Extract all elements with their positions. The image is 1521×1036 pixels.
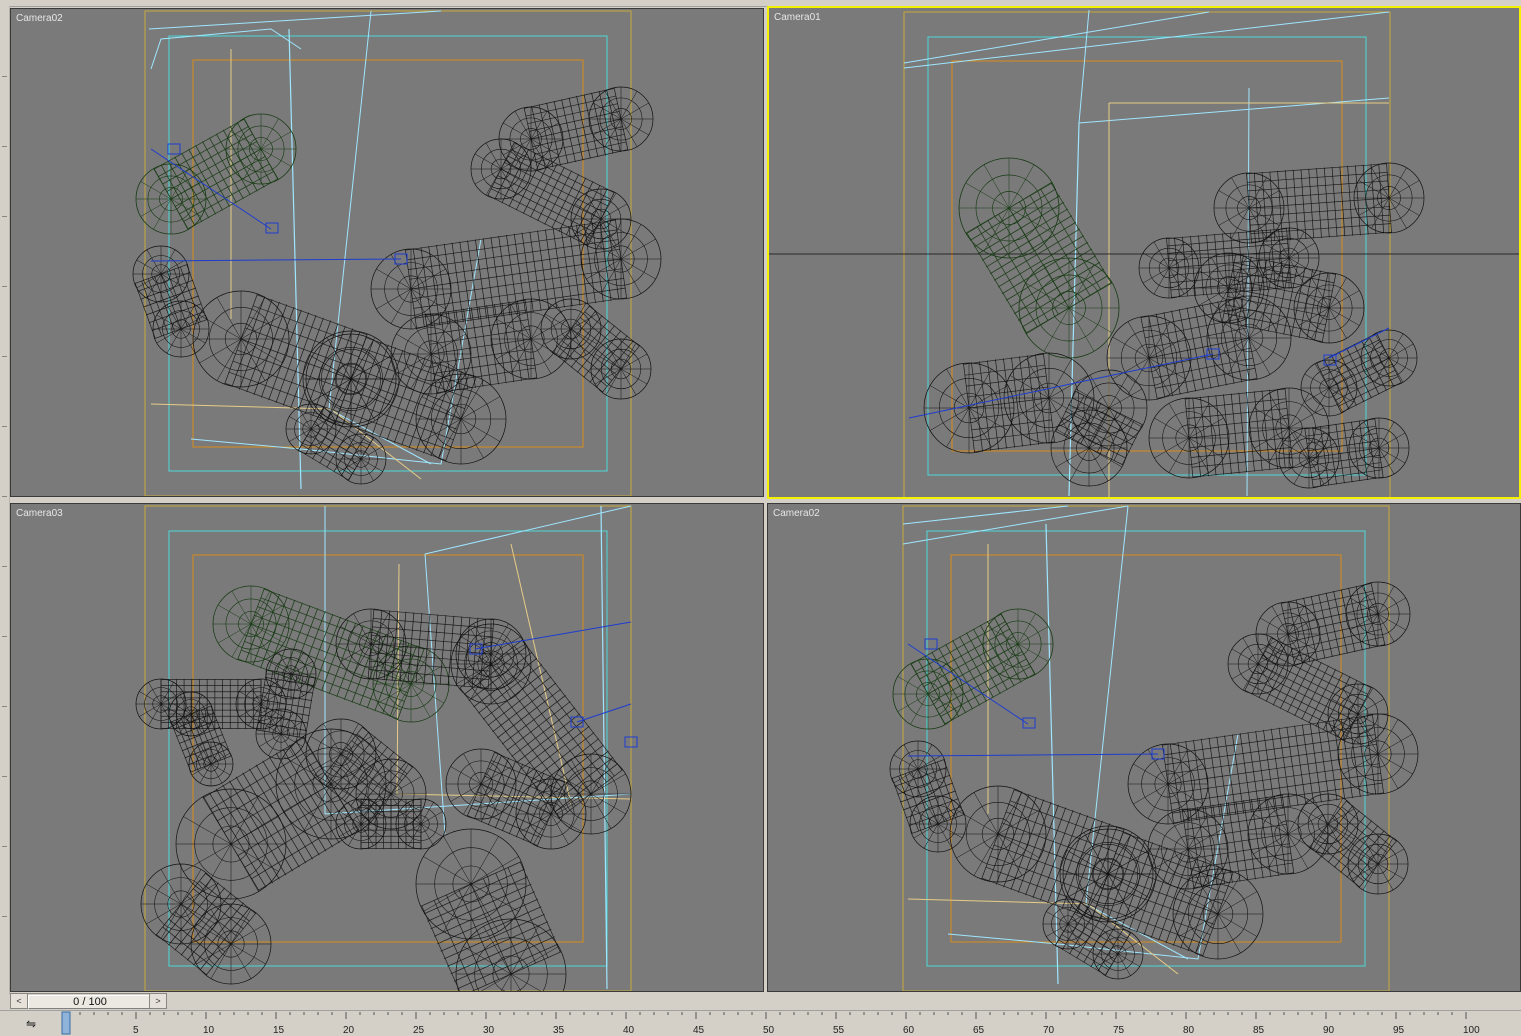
viewport-camera02-top-left[interactable]: Camera02 — [10, 8, 764, 497]
viewport-wireframe-scene — [132, 10, 662, 496]
viewport-camera01-top-right[interactable]: Camera01 — [767, 6, 1521, 499]
viewport-wireframe-scene — [135, 505, 638, 991]
ruler-tick-label: 80 — [1183, 1025, 1195, 1036]
viewport-camera03-bottom-left[interactable]: Camera03 — [10, 503, 764, 992]
time-slider-next-button[interactable]: > — [149, 994, 166, 1008]
track-bar[interactable]: ⇋ 05101520253035404550556065707580859095… — [0, 1010, 1521, 1036]
viewport-label[interactable]: Camera02 — [16, 13, 63, 25]
time-slider[interactable]: < 0 / 100 > — [10, 993, 167, 1009]
ruler-tick-label: 5 — [133, 1025, 139, 1036]
ruler-tick-label: 25 — [413, 1025, 425, 1036]
ruler-tick-label: 55 — [833, 1025, 845, 1036]
viewport-label[interactable]: Camera01 — [774, 12, 821, 24]
ruler-tick-label: 40 — [623, 1025, 635, 1036]
ruler-tick-label: 95 — [1393, 1025, 1405, 1036]
ruler-tick-label: 50 — [763, 1025, 775, 1036]
ruler-tick-label: 85 — [1253, 1025, 1265, 1036]
ruler-tick-label: 15 — [273, 1025, 285, 1036]
time-slider-thumb[interactable]: 0 / 100 — [28, 995, 152, 1009]
viewport-wireframe-scene — [769, 9, 1519, 497]
viewport-label[interactable]: Camera02 — [773, 508, 820, 520]
ruler-tick-label: 20 — [343, 1025, 355, 1036]
viewport-camera02-bottom-right[interactable]: Camera02 — [767, 503, 1521, 992]
current-frame-indicator[interactable] — [61, 1011, 71, 1035]
ruler-tick-label: 100 — [1463, 1025, 1480, 1036]
ruler-tick-label: 60 — [903, 1025, 915, 1036]
ruler-tick-label: 10 — [203, 1025, 215, 1036]
ruler-tick-label: 45 — [693, 1025, 705, 1036]
command-strip — [0, 6, 10, 994]
ruler-tick-label: 90 — [1323, 1025, 1335, 1036]
viewport-wireframe-scene — [889, 505, 1419, 991]
viewport-label[interactable]: Camera03 — [16, 508, 63, 520]
ruler-tick-label: 65 — [973, 1025, 985, 1036]
ruler-tick-label: 75 — [1113, 1025, 1125, 1036]
time-slider-prev-button[interactable]: < — [11, 994, 28, 1008]
ruler-tick-label: 70 — [1043, 1025, 1055, 1036]
ruler-tick-label: 35 — [553, 1025, 565, 1036]
frame-ruler[interactable]: 0510152025303540455055606570758085909510… — [0, 1011, 1521, 1036]
ruler-tick-label: 30 — [483, 1025, 495, 1036]
